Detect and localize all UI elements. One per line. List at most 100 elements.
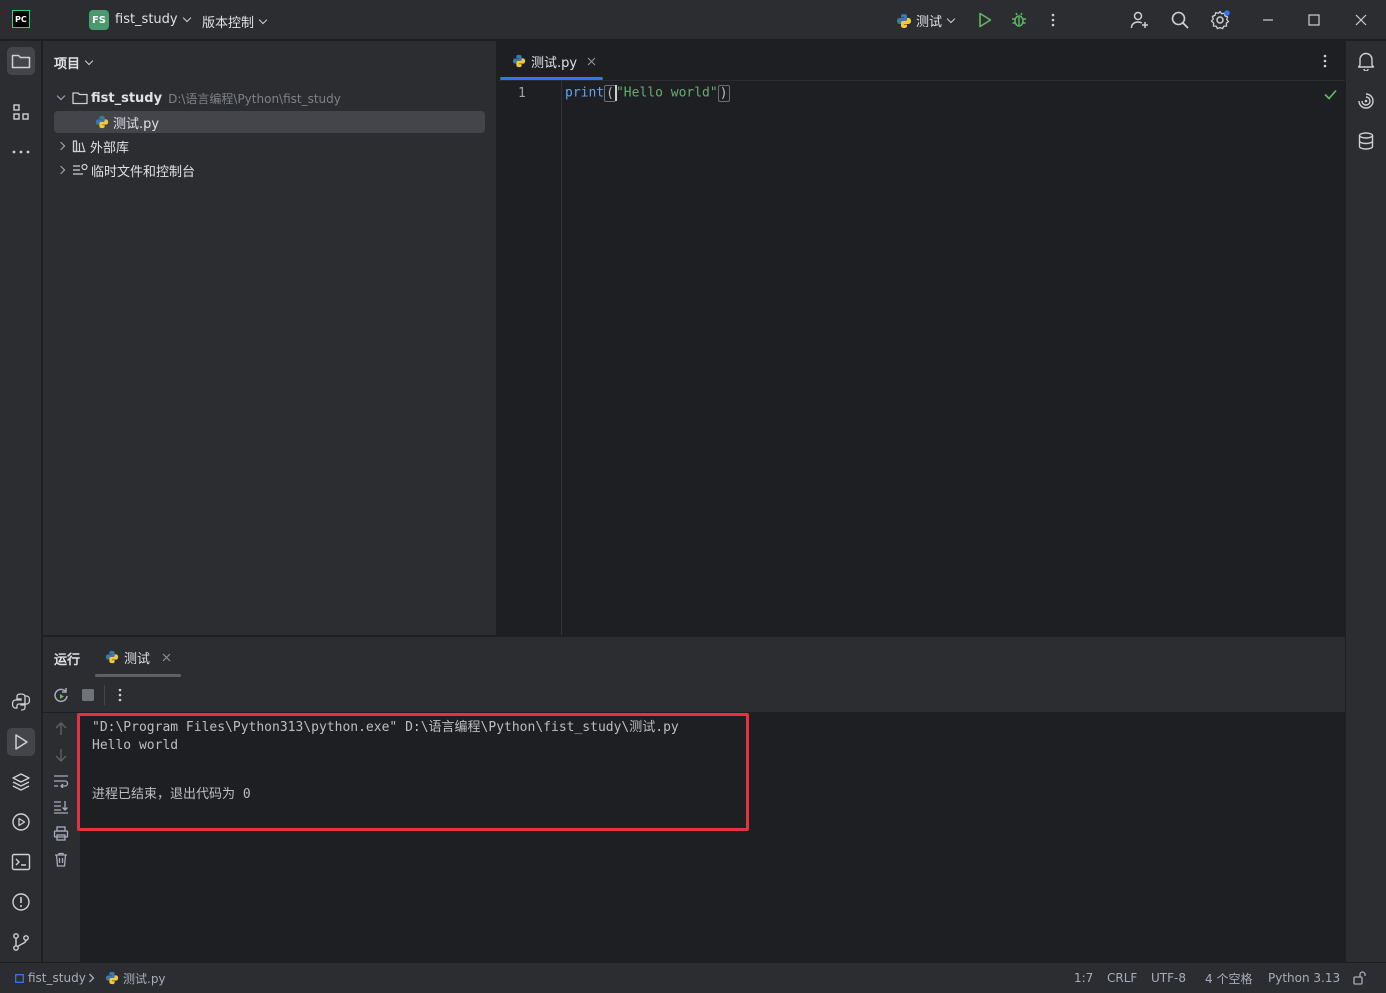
- maximize-button[interactable]: [1304, 10, 1324, 30]
- python-interpreter[interactable]: Python 3.13: [1268, 963, 1340, 993]
- clear-console-button[interactable]: [53, 851, 69, 867]
- python-file-icon: [95, 115, 109, 129]
- problems-tool-button[interactable]: [7, 888, 35, 916]
- run-config-selector[interactable]: 测试: [896, 11, 956, 30]
- git-icon: [13, 933, 29, 951]
- project-name: fist_study: [115, 12, 178, 27]
- ai-assistant-button[interactable]: [1352, 87, 1380, 115]
- run-button[interactable]: [976, 11, 994, 29]
- line-separator[interactable]: CRLF: [1107, 963, 1137, 993]
- git-tool-button[interactable]: [7, 928, 35, 956]
- file-encoding[interactable]: UTF-8: [1151, 963, 1186, 993]
- pycharm-logo: PC: [12, 10, 30, 28]
- services-icon: [12, 813, 30, 831]
- play-icon: [15, 734, 28, 750]
- structure-tool-button[interactable]: [7, 98, 35, 126]
- run-more-button[interactable]: [114, 686, 126, 704]
- search-button[interactable]: [1170, 10, 1190, 30]
- python-console-tool-button[interactable]: [7, 688, 35, 716]
- editor-tab-label: 测试.py: [531, 55, 578, 71]
- run-tab[interactable]: 测试: [105, 637, 171, 677]
- run-tool-button[interactable]: [7, 728, 35, 756]
- settings-button[interactable]: [1210, 10, 1230, 30]
- breadcrumb-file-label: 测试.py: [123, 971, 166, 986]
- arrow-down-icon: [55, 749, 67, 762]
- database-button[interactable]: [1352, 127, 1380, 155]
- scroll-to-end-button[interactable]: [53, 799, 69, 815]
- active-tab-indicator: [500, 77, 603, 80]
- notifications-button[interactable]: [1352, 47, 1380, 75]
- scroll-up-button[interactable]: [53, 721, 69, 737]
- check-icon: [1323, 89, 1337, 100]
- print-button[interactable]: [53, 825, 69, 841]
- code-with-me-button[interactable]: [1130, 10, 1150, 30]
- inspection-status[interactable]: [1323, 87, 1337, 101]
- scratches-icon: [73, 163, 88, 175]
- gear-icon: [1210, 10, 1230, 30]
- scroll-down-button[interactable]: [53, 747, 69, 763]
- more-tools-button[interactable]: [7, 138, 35, 166]
- run-config-label: 测试: [916, 15, 943, 30]
- print-icon: [53, 825, 69, 841]
- caret-position[interactable]: 1:7: [1074, 963, 1093, 993]
- play-icon: [979, 12, 992, 28]
- code-editor[interactable]: print("Hello world"): [563, 81, 1345, 635]
- layers-tool-button[interactable]: [7, 768, 35, 796]
- folder-icon: [11, 54, 31, 69]
- editor-tab-test-py[interactable]: 测试.py: [502, 41, 606, 81]
- tree-item-label: 测试.py: [113, 116, 160, 132]
- services-tool-button[interactable]: [7, 808, 35, 836]
- project-panel-title: 项目: [54, 57, 81, 72]
- code-line-1[interactable]: print("Hello world"): [565, 84, 730, 102]
- stop-button[interactable]: [79, 686, 97, 704]
- run-toolbar: [43, 677, 1345, 713]
- breadcrumb-separator: [88, 963, 95, 993]
- editor-tabs-menu[interactable]: [1318, 53, 1332, 69]
- project-panel-header[interactable]: 项目: [54, 53, 94, 72]
- python-icon: [897, 13, 911, 28]
- breadcrumb-file[interactable]: 测试.py: [105, 963, 166, 993]
- tree-item-project-root[interactable]: fist_study D:\语言编程\Python\fist_study: [56, 87, 341, 109]
- project-tool-button[interactable]: [7, 47, 35, 75]
- project-switcher[interactable]: fist_study: [115, 12, 191, 27]
- right-tool-strip: [1345, 41, 1386, 962]
- more-actions-button[interactable]: [1044, 11, 1062, 29]
- tree-item-test-py[interactable]: 测试.py: [54, 111, 485, 133]
- tree-item-label: fist_study: [91, 90, 163, 106]
- close-window-button[interactable]: [1351, 10, 1371, 30]
- title-bar: PC FS fist_study 版本控制 测试: [0, 0, 1386, 40]
- python-file-icon: [105, 971, 119, 985]
- rerun-button[interactable]: [52, 686, 70, 704]
- vcs-menu[interactable]: 版本控制: [202, 12, 268, 31]
- python-console-icon: [11, 693, 31, 711]
- folder-icon: [72, 92, 88, 105]
- close-tab-icon[interactable]: [162, 653, 171, 662]
- bell-icon: [1357, 52, 1375, 71]
- run-panel: 运行 测试 "D:\Program Files\Python313\python…: [43, 636, 1345, 963]
- rerun-icon: [54, 688, 68, 703]
- editor-gutter: 1: [498, 81, 562, 635]
- main-menu-icon[interactable]: [50, 11, 70, 29]
- minimize-button[interactable]: [1258, 10, 1278, 30]
- readonly-toggle[interactable]: [1353, 963, 1367, 993]
- line-number: 1: [518, 86, 526, 101]
- breadcrumb-project[interactable]: fist_study: [15, 963, 86, 993]
- tree-item-scratches[interactable]: 临时文件和控制台: [56, 159, 195, 181]
- tree-item-external-libraries[interactable]: 外部库: [56, 135, 130, 157]
- indent-setting[interactable]: 4 个空格: [1205, 963, 1252, 993]
- more-vertical-icon: [1323, 54, 1327, 68]
- more-vertical-icon: [118, 688, 122, 702]
- soft-wrap-button[interactable]: [53, 773, 69, 789]
- structure-icon: [13, 104, 29, 120]
- debug-button[interactable]: [1010, 11, 1028, 29]
- toolbar-separator: [104, 685, 105, 705]
- chevron-down-icon: [182, 13, 191, 22]
- terminal-tool-button[interactable]: [7, 848, 35, 876]
- wrap-icon: [54, 775, 69, 788]
- red-highlight-box: [77, 713, 749, 831]
- run-panel-title: 运行: [54, 653, 81, 668]
- trash-icon: [55, 852, 67, 867]
- close-tab-icon[interactable]: [587, 57, 596, 66]
- tree-item-label: 外部库: [90, 140, 130, 156]
- search-icon: [1171, 11, 1189, 29]
